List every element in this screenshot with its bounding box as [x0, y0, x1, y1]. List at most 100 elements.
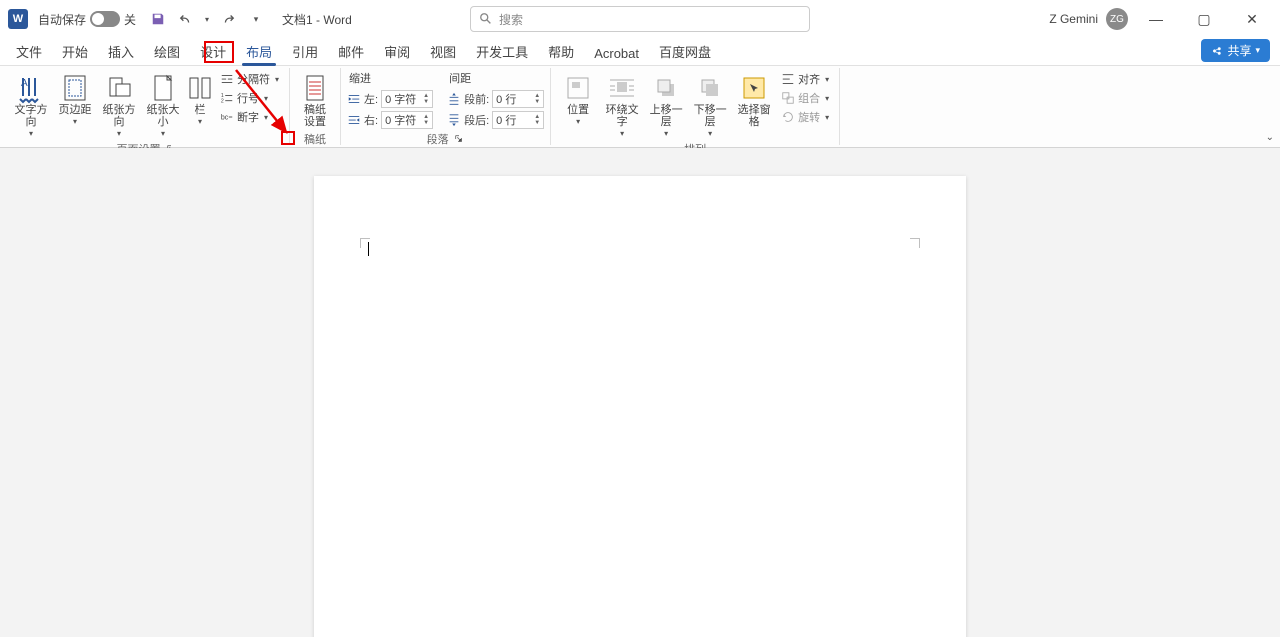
rotate-button[interactable]: 旋转▾: [777, 108, 833, 126]
align-icon: [781, 72, 795, 86]
tab-home[interactable]: 开始: [52, 38, 98, 65]
page[interactable]: [314, 176, 966, 637]
group-arrange: 位置 ▾ 环绕文 字 ▾ 上移一层 ▾ 下移一层 ▾ 选择窗格: [551, 68, 840, 145]
minimize-button[interactable]: —: [1136, 0, 1176, 38]
group-objects-button[interactable]: 组合▾: [777, 89, 833, 107]
send-backward-button[interactable]: 下移一层 ▾: [689, 70, 731, 140]
bring-forward-button[interactable]: 上移一层 ▾: [645, 70, 687, 140]
ribbon-tabbar: 文件 开始 插入 绘图 设计 布局 引用 邮件 审阅 视图 开发工具 帮助 Ac…: [0, 38, 1280, 66]
margins-button[interactable]: 页边距 ▾: [54, 70, 96, 128]
spin-down-icon[interactable]: ▼: [534, 99, 540, 105]
share-label: 共享: [1227, 42, 1251, 59]
toggle-switch-icon[interactable]: [90, 11, 120, 27]
text-cursor: [368, 242, 369, 256]
indent-title: 缩进: [347, 70, 433, 88]
tab-acrobat[interactable]: Acrobat: [584, 42, 649, 65]
tab-layout[interactable]: 布局: [236, 38, 282, 65]
tab-developer[interactable]: 开发工具: [466, 38, 538, 65]
word-app-icon: W: [8, 9, 28, 29]
search-input[interactable]: 搜索: [470, 6, 810, 32]
svg-text:2: 2: [221, 98, 224, 104]
indent-right-icon: [347, 113, 361, 127]
tab-references[interactable]: 引用: [282, 38, 328, 65]
group-label-paragraph: 段落: [427, 131, 449, 147]
position-button[interactable]: 位置 ▾: [557, 70, 599, 128]
size-button[interactable]: 纸张大小 ▾: [142, 70, 184, 140]
margins-icon: [59, 72, 91, 104]
save-button[interactable]: [146, 7, 170, 31]
columns-icon: [184, 72, 216, 104]
svg-text:bc: bc: [221, 115, 229, 122]
restore-button[interactable]: ▢: [1184, 0, 1224, 38]
indent-left-icon: [347, 92, 361, 106]
chevron-down-icon: ▾: [161, 129, 165, 138]
qat-customize-button[interactable]: ▾: [244, 7, 268, 31]
margin-corner-icon: [910, 238, 920, 248]
line-numbers-icon: 12: [220, 91, 234, 105]
chevron-down-icon: ▾: [29, 129, 33, 138]
tab-mailings[interactable]: 邮件: [328, 38, 374, 65]
rotate-icon: [781, 110, 795, 124]
tab-baidu[interactable]: 百度网盘: [649, 38, 721, 65]
chevron-down-icon: ▾: [117, 129, 121, 138]
autosave-label: 自动保存: [38, 11, 86, 28]
chevron-down-icon: ▾: [1255, 45, 1260, 56]
share-button[interactable]: 共享 ▾: [1201, 39, 1270, 62]
columns-button[interactable]: 栏 ▾: [186, 70, 214, 128]
document-canvas[interactable]: [0, 148, 1280, 637]
wrap-icon: [606, 72, 638, 104]
tab-review[interactable]: 审阅: [374, 38, 420, 65]
group-page-setup: A 文字方向 ▾ 页边距 ▾ 纸张方向 ▾ 纸张大小 ▾ 栏: [4, 68, 290, 145]
tab-help[interactable]: 帮助: [538, 38, 584, 65]
ribbon: A 文字方向 ▾ 页边距 ▾ 纸张方向 ▾ 纸张大小 ▾ 栏: [0, 66, 1280, 148]
close-button[interactable]: ✕: [1232, 0, 1272, 38]
spacing-after-input[interactable]: 0 行 ▲▼: [492, 111, 544, 129]
orientation-button[interactable]: 纸张方向 ▾: [98, 70, 140, 140]
tab-insert[interactable]: 插入: [98, 38, 144, 65]
tab-design[interactable]: 设计: [190, 38, 236, 65]
text-direction-button[interactable]: A 文字方向 ▾: [10, 70, 52, 140]
spacing-after-label: 段后:: [464, 112, 489, 128]
spacing-after-icon: [447, 113, 461, 127]
selection-pane-button[interactable]: 选择窗格: [733, 70, 775, 130]
tab-file[interactable]: 文件: [6, 38, 52, 65]
autosave-state: 关: [124, 11, 136, 28]
title-bar: W 自动保存 关 ▾ ▾ 文档1 - Word 搜索 Z Gemini ZG —…: [0, 0, 1280, 38]
group-paragraph: 缩进 左: 0 字符 ▲▼ 右: 0 字符 ▲▼: [341, 68, 551, 145]
group-label-paper: 稿纸: [304, 131, 326, 147]
redo-button[interactable]: [216, 7, 240, 31]
tab-draw[interactable]: 绘图: [144, 38, 190, 65]
user-avatar[interactable]: ZG: [1106, 8, 1128, 30]
undo-button[interactable]: [174, 7, 198, 31]
collapse-ribbon-button[interactable]: ⌄: [1266, 132, 1274, 143]
wrap-text-button[interactable]: 环绕文 字 ▾: [601, 70, 643, 140]
spacing-before-label: 段前:: [464, 91, 489, 107]
user-name-label[interactable]: Z Gemini: [1049, 12, 1098, 26]
tab-view[interactable]: 视图: [420, 38, 466, 65]
paper-settings-button[interactable]: 稿纸 设置: [296, 70, 334, 130]
spacing-before-input[interactable]: 0 行 ▲▼: [492, 90, 544, 108]
search-icon: [479, 12, 493, 26]
share-icon: [1211, 45, 1223, 57]
spin-down-icon[interactable]: ▼: [423, 99, 429, 105]
undo-dropdown[interactable]: ▾: [202, 7, 212, 31]
indent-right-input[interactable]: 0 字符 ▲▼: [381, 111, 433, 129]
breaks-icon: [220, 72, 234, 86]
paragraph-dialog-launcher[interactable]: [453, 133, 465, 145]
align-button[interactable]: 对齐▾: [777, 70, 833, 88]
search-placeholder: 搜索: [499, 11, 523, 28]
autosave-toggle[interactable]: 自动保存 关: [38, 11, 136, 28]
indent-left-input[interactable]: 0 字符 ▲▼: [381, 90, 433, 108]
position-icon: [562, 72, 594, 104]
spin-down-icon[interactable]: ▼: [423, 120, 429, 126]
svg-text:A: A: [21, 78, 28, 89]
indent-left-label: 左:: [364, 91, 378, 107]
spin-down-icon[interactable]: ▼: [534, 120, 540, 126]
line-numbers-button[interactable]: 12 行号▾: [216, 89, 283, 107]
breaks-button[interactable]: 分隔符▾: [216, 70, 283, 88]
text-direction-icon: A: [15, 72, 47, 104]
chevron-down-icon: ▾: [198, 117, 202, 126]
orientation-icon: [103, 72, 135, 104]
hyphenation-button[interactable]: bc 断字▾: [216, 108, 283, 126]
group-paper: 稿纸 设置 稿纸: [290, 68, 341, 145]
